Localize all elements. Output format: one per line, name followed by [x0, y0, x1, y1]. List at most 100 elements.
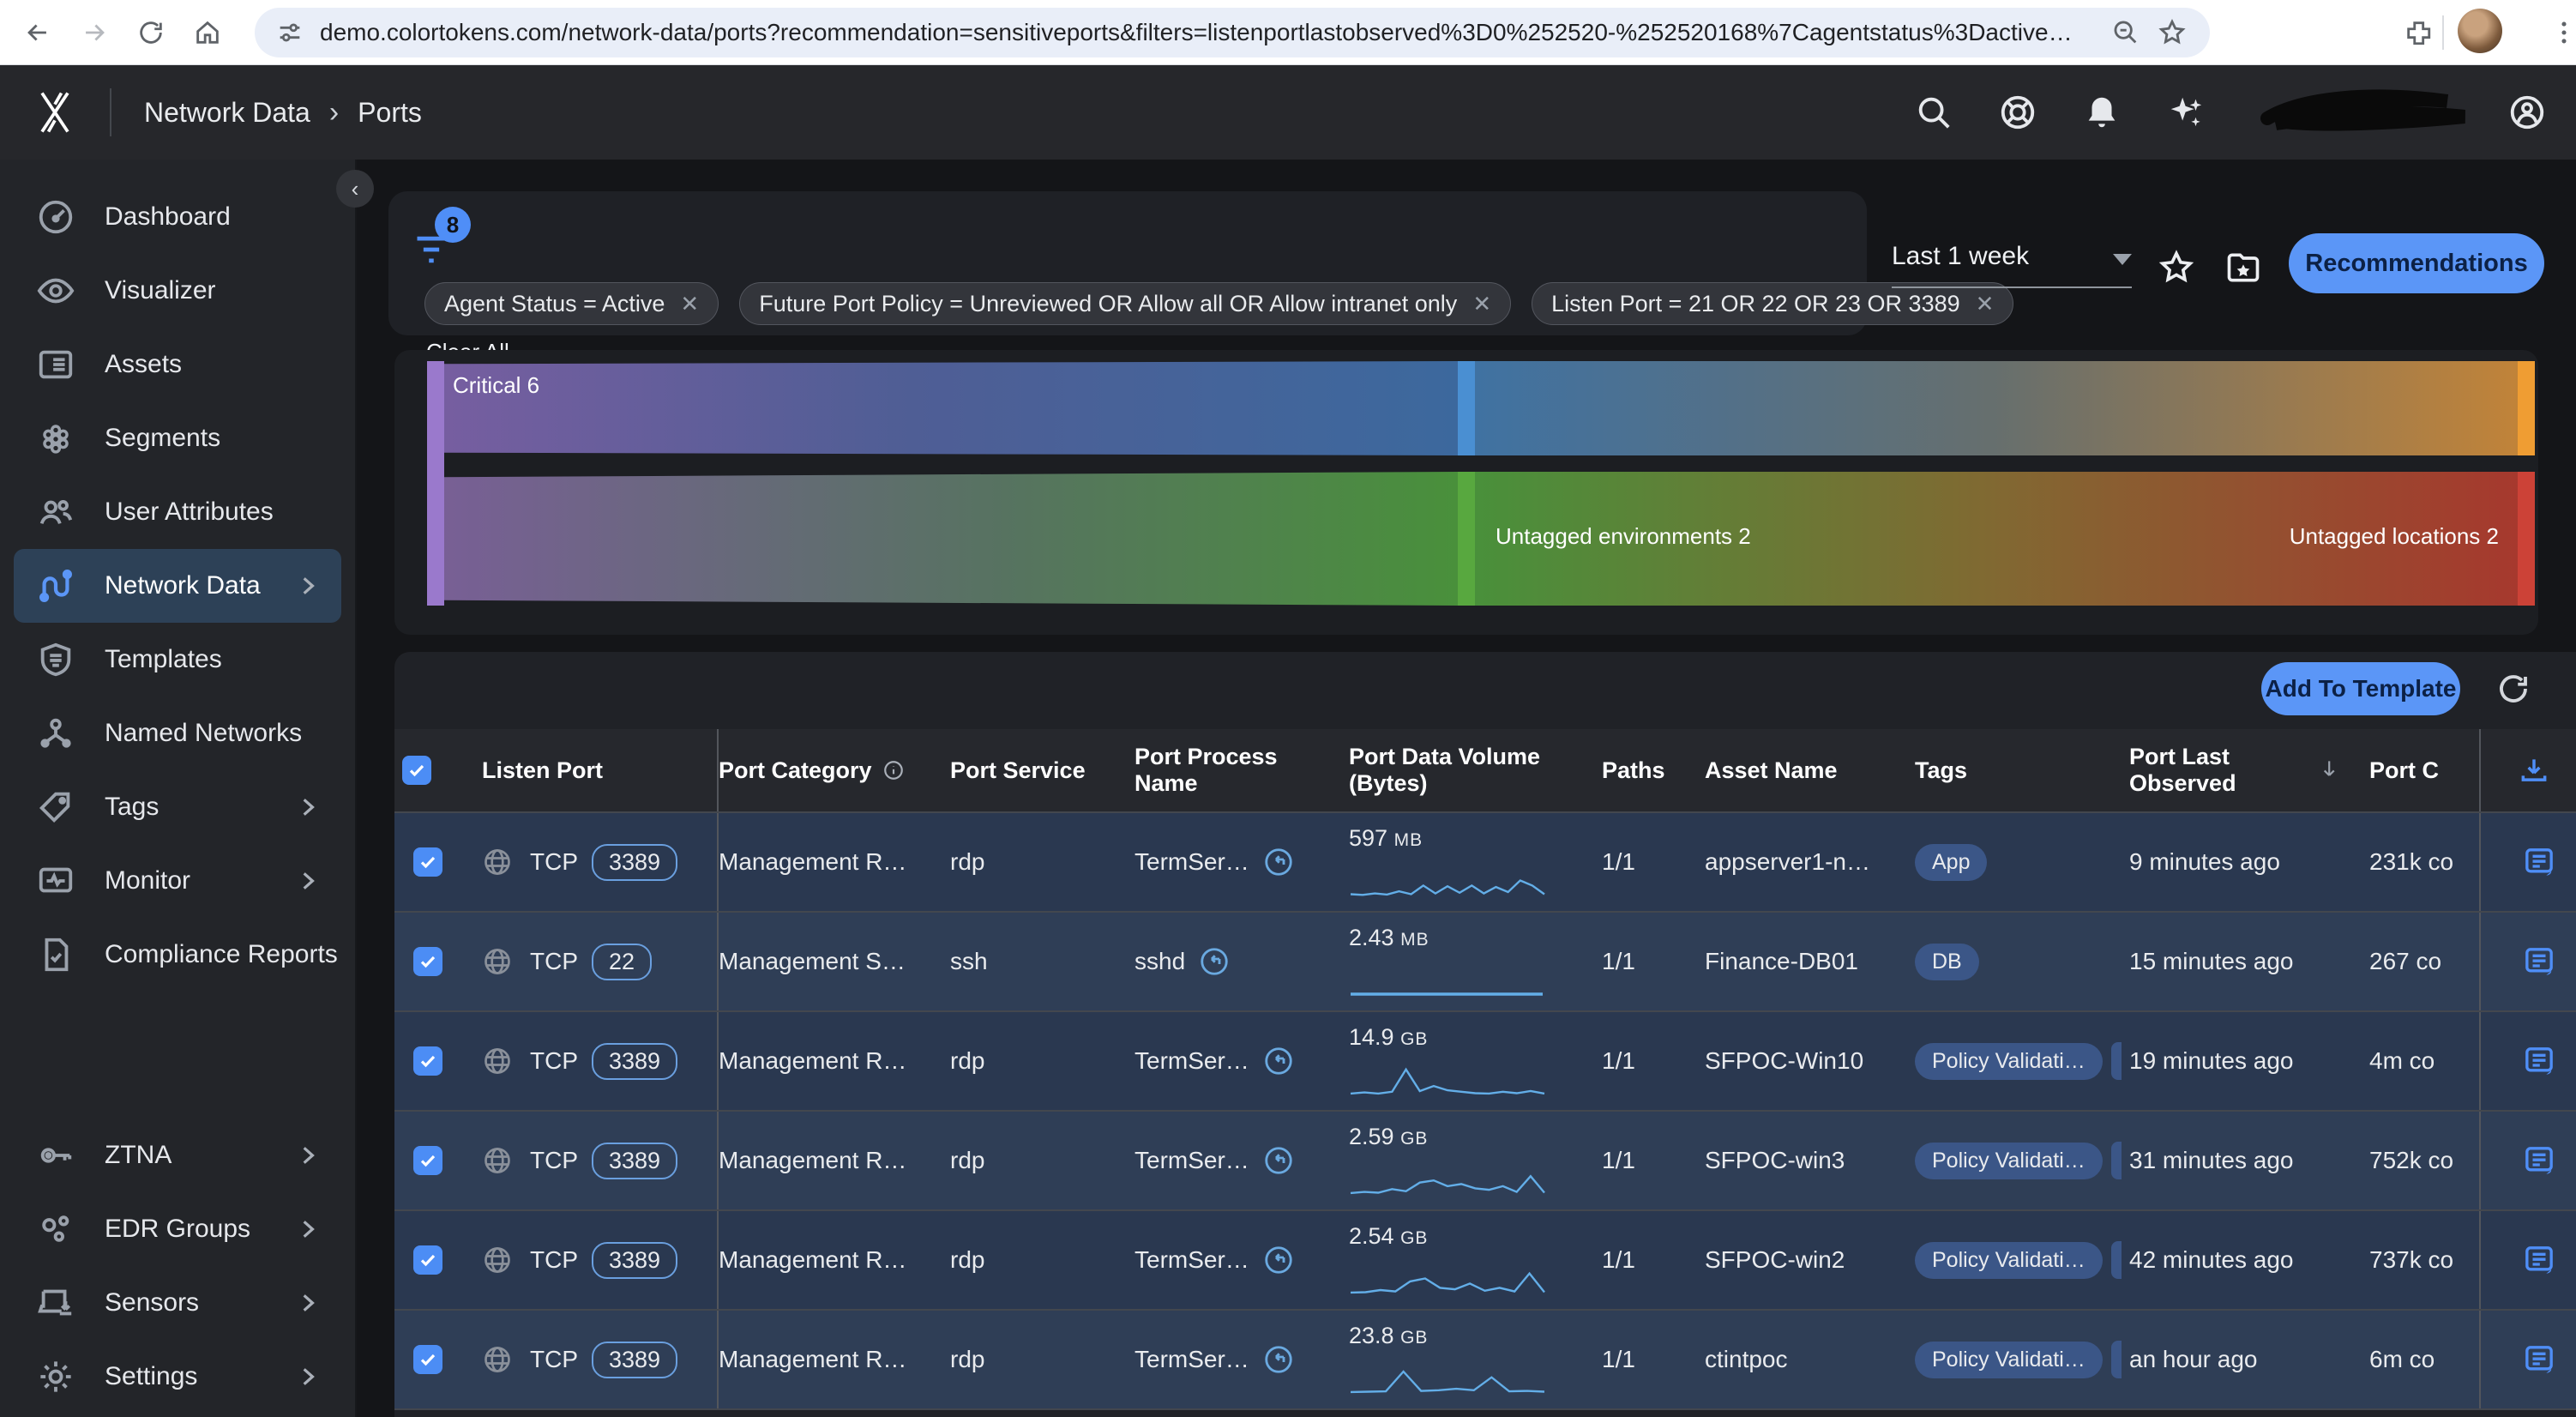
column-header-paths[interactable]: Paths	[1602, 729, 1705, 811]
sankey-flow-critical-to-environments[interactable]	[444, 361, 1458, 455]
comment-icon[interactable]	[2522, 1342, 2556, 1377]
select-all-checkbox[interactable]	[394, 729, 461, 811]
table-row[interactable]: TCP 3389 Management R… rdp TermSer… 23.8…	[394, 1311, 2576, 1410]
row-checkbox[interactable]	[394, 1311, 461, 1408]
tag-pill[interactable]: Policy Validati…	[1915, 1342, 2103, 1378]
sidebar-item-user-attributes[interactable]: User Attributes	[14, 475, 341, 549]
account-icon[interactable]	[2507, 93, 2547, 132]
url-text[interactable]: demo.colortokens.com/network-data/ports?…	[320, 19, 2109, 46]
sidebar-item-ztna[interactable]: ZTNA	[14, 1119, 341, 1192]
process-redirect-icon[interactable]	[1263, 1046, 1294, 1076]
home-icon[interactable]	[189, 14, 226, 51]
breadcrumb-network-data[interactable]: Network Data	[144, 97, 310, 129]
save-filter-folder-icon[interactable]	[2224, 249, 2262, 286]
sidebar-item-assets[interactable]: Assets	[14, 328, 341, 401]
process-redirect-icon[interactable]	[1263, 1145, 1294, 1176]
process-redirect-icon[interactable]	[1263, 1344, 1294, 1375]
sidebar-collapse-icon[interactable]: ‹	[336, 170, 374, 208]
sidebar-item-tags[interactable]: Tags	[14, 770, 341, 844]
sankey-node-env-bottom[interactable]	[1458, 472, 1475, 606]
column-header-port-last-observed[interactable]: Port Last Observed	[2129, 729, 2369, 811]
browser-menu-icon[interactable]	[2545, 14, 2576, 51]
table-row[interactable]: TCP 3389 Management R… rdp TermSer… 14.9…	[394, 1012, 2576, 1112]
sidebar-item-named-networks[interactable]: Named Networks	[14, 696, 341, 770]
sidebar-item-dashboard[interactable]: Dashboard	[14, 180, 341, 254]
address-bar[interactable]: demo.colortokens.com/network-data/ports?…	[255, 8, 2210, 57]
filter-funnel[interactable]: 8	[412, 212, 472, 272]
add-to-template-button[interactable]: Add To Template	[2261, 662, 2460, 715]
tag-pill[interactable]: Policy Validati…	[1915, 1242, 2103, 1279]
sankey-node-loc-top[interactable]	[2518, 361, 2535, 455]
table-row[interactable]: TCP 22 Management S… ssh sshd 2.43 MB	[394, 913, 2576, 1012]
sidebar-item-monitor[interactable]: Monitor	[14, 844, 341, 918]
comment-icon[interactable]	[2522, 845, 2556, 879]
sankey-node-env-top[interactable]	[1458, 361, 1475, 455]
process-redirect-icon[interactable]	[1199, 946, 1230, 977]
sidebar-item-network-data[interactable]: Network Data	[14, 549, 341, 623]
table-row[interactable]: TCP 3389 Management R… rdp TermSer… 2.54…	[394, 1211, 2576, 1311]
column-header-listen-port[interactable]: Listen Port	[461, 729, 719, 811]
sidebar-item-visualizer[interactable]: Visualizer	[14, 254, 341, 328]
sankey-node-loc-bottom[interactable]	[2518, 472, 2535, 606]
search-icon[interactable]	[1914, 93, 1953, 132]
favorite-star-icon[interactable]	[2158, 249, 2195, 286]
process-redirect-icon[interactable]	[1263, 847, 1294, 877]
sidebar-item-edr-groups[interactable]: EDR Groups	[14, 1192, 341, 1266]
row-checkbox[interactable]	[394, 1211, 461, 1309]
row-checkbox[interactable]	[394, 913, 461, 1010]
bookmark-star-icon[interactable]	[2155, 15, 2189, 50]
download-icon[interactable]	[2481, 729, 2576, 811]
forward-icon[interactable]	[75, 14, 113, 51]
notifications-bell-icon[interactable]	[2082, 93, 2122, 132]
row-checkbox[interactable]	[394, 1112, 461, 1209]
table-row[interactable]: TCP 3389 Management R… rdp TermSer… 597 …	[394, 813, 2576, 913]
extension-icon[interactable]	[2399, 14, 2437, 51]
sidebar-item-templates[interactable]: Templates	[14, 623, 341, 696]
tag-pill[interactable]: Policy Validati…	[1915, 1043, 2103, 1080]
column-header-port-process-name[interactable]: Port Process Name	[1135, 729, 1349, 811]
zoom-icon[interactable]	[2109, 15, 2143, 50]
chip-close-icon[interactable]: ✕	[1976, 291, 1995, 317]
time-range-select[interactable]: Last 1 week	[1892, 242, 2137, 271]
column-header-tags[interactable]: Tags	[1915, 729, 2129, 811]
sidebar-item-sensors[interactable]: Sensors	[14, 1266, 341, 1340]
filter-chip[interactable]: Agent Status = Active ✕	[424, 282, 719, 325]
comment-icon[interactable]	[2522, 1143, 2556, 1178]
help-icon[interactable]	[1998, 93, 2037, 132]
reload-icon[interactable]	[132, 14, 170, 51]
colortokens-logo-icon[interactable]	[29, 87, 81, 138]
row-checkbox[interactable]	[394, 813, 461, 911]
column-header-port-data-volume-bytes-[interactable]: Port Data Volume (Bytes)	[1349, 729, 1602, 811]
site-settings-icon[interactable]	[275, 18, 304, 47]
sidebar-item-settings[interactable]: Settings	[14, 1340, 341, 1414]
row-checkbox[interactable]	[394, 1012, 461, 1110]
sidebar-item-segments[interactable]: Segments	[14, 401, 341, 475]
comment-icon[interactable]	[2522, 1243, 2556, 1277]
table-row[interactable]: TCP 3389 Management R… rdp TermSer… 2.59…	[394, 1112, 2576, 1211]
column-header-port-service[interactable]: Port Service	[950, 729, 1135, 811]
chip-close-icon[interactable]: ✕	[1472, 291, 1491, 317]
sankey-flow-critical-to-environments-bottom[interactable]	[444, 472, 1458, 606]
sidebar-item-compliance-reports[interactable]: Compliance Reports	[14, 918, 341, 992]
tag-pill[interactable]: Policy Validati…	[1915, 1143, 2103, 1179]
back-icon[interactable]	[19, 14, 57, 51]
info-icon[interactable]	[882, 759, 905, 781]
filter-chip[interactable]: Listen Port = 21 OR 22 OR 23 OR 3389 ✕	[1532, 282, 2013, 325]
comment-icon[interactable]	[2522, 944, 2556, 979]
column-header-asset-name[interactable]: Asset Name	[1705, 729, 1915, 811]
column-header-port-c[interactable]: Port C	[2369, 729, 2481, 811]
tag-pill[interactable]: App	[1915, 844, 1987, 881]
sankey-node-critical[interactable]	[427, 361, 444, 606]
sankey-flow-environments-to-locations-top[interactable]	[1475, 361, 2518, 455]
column-header-port-category[interactable]: Port Category	[719, 729, 950, 811]
sort-descending-icon[interactable]	[2318, 757, 2340, 783]
process-redirect-icon[interactable]	[1263, 1245, 1294, 1275]
recommendations-button[interactable]: Recommendations	[2289, 233, 2544, 293]
filter-chip[interactable]: Future Port Policy = Unreviewed OR Allow…	[739, 282, 1511, 325]
tag-pill[interactable]: DB	[1915, 944, 1979, 980]
refresh-icon[interactable]	[2495, 671, 2531, 707]
chip-close-icon[interactable]: ✕	[680, 291, 699, 317]
browser-profile-avatar[interactable]	[2458, 9, 2502, 53]
comment-icon[interactable]	[2522, 1044, 2556, 1078]
ai-sparkles-icon[interactable]	[2166, 93, 2206, 132]
